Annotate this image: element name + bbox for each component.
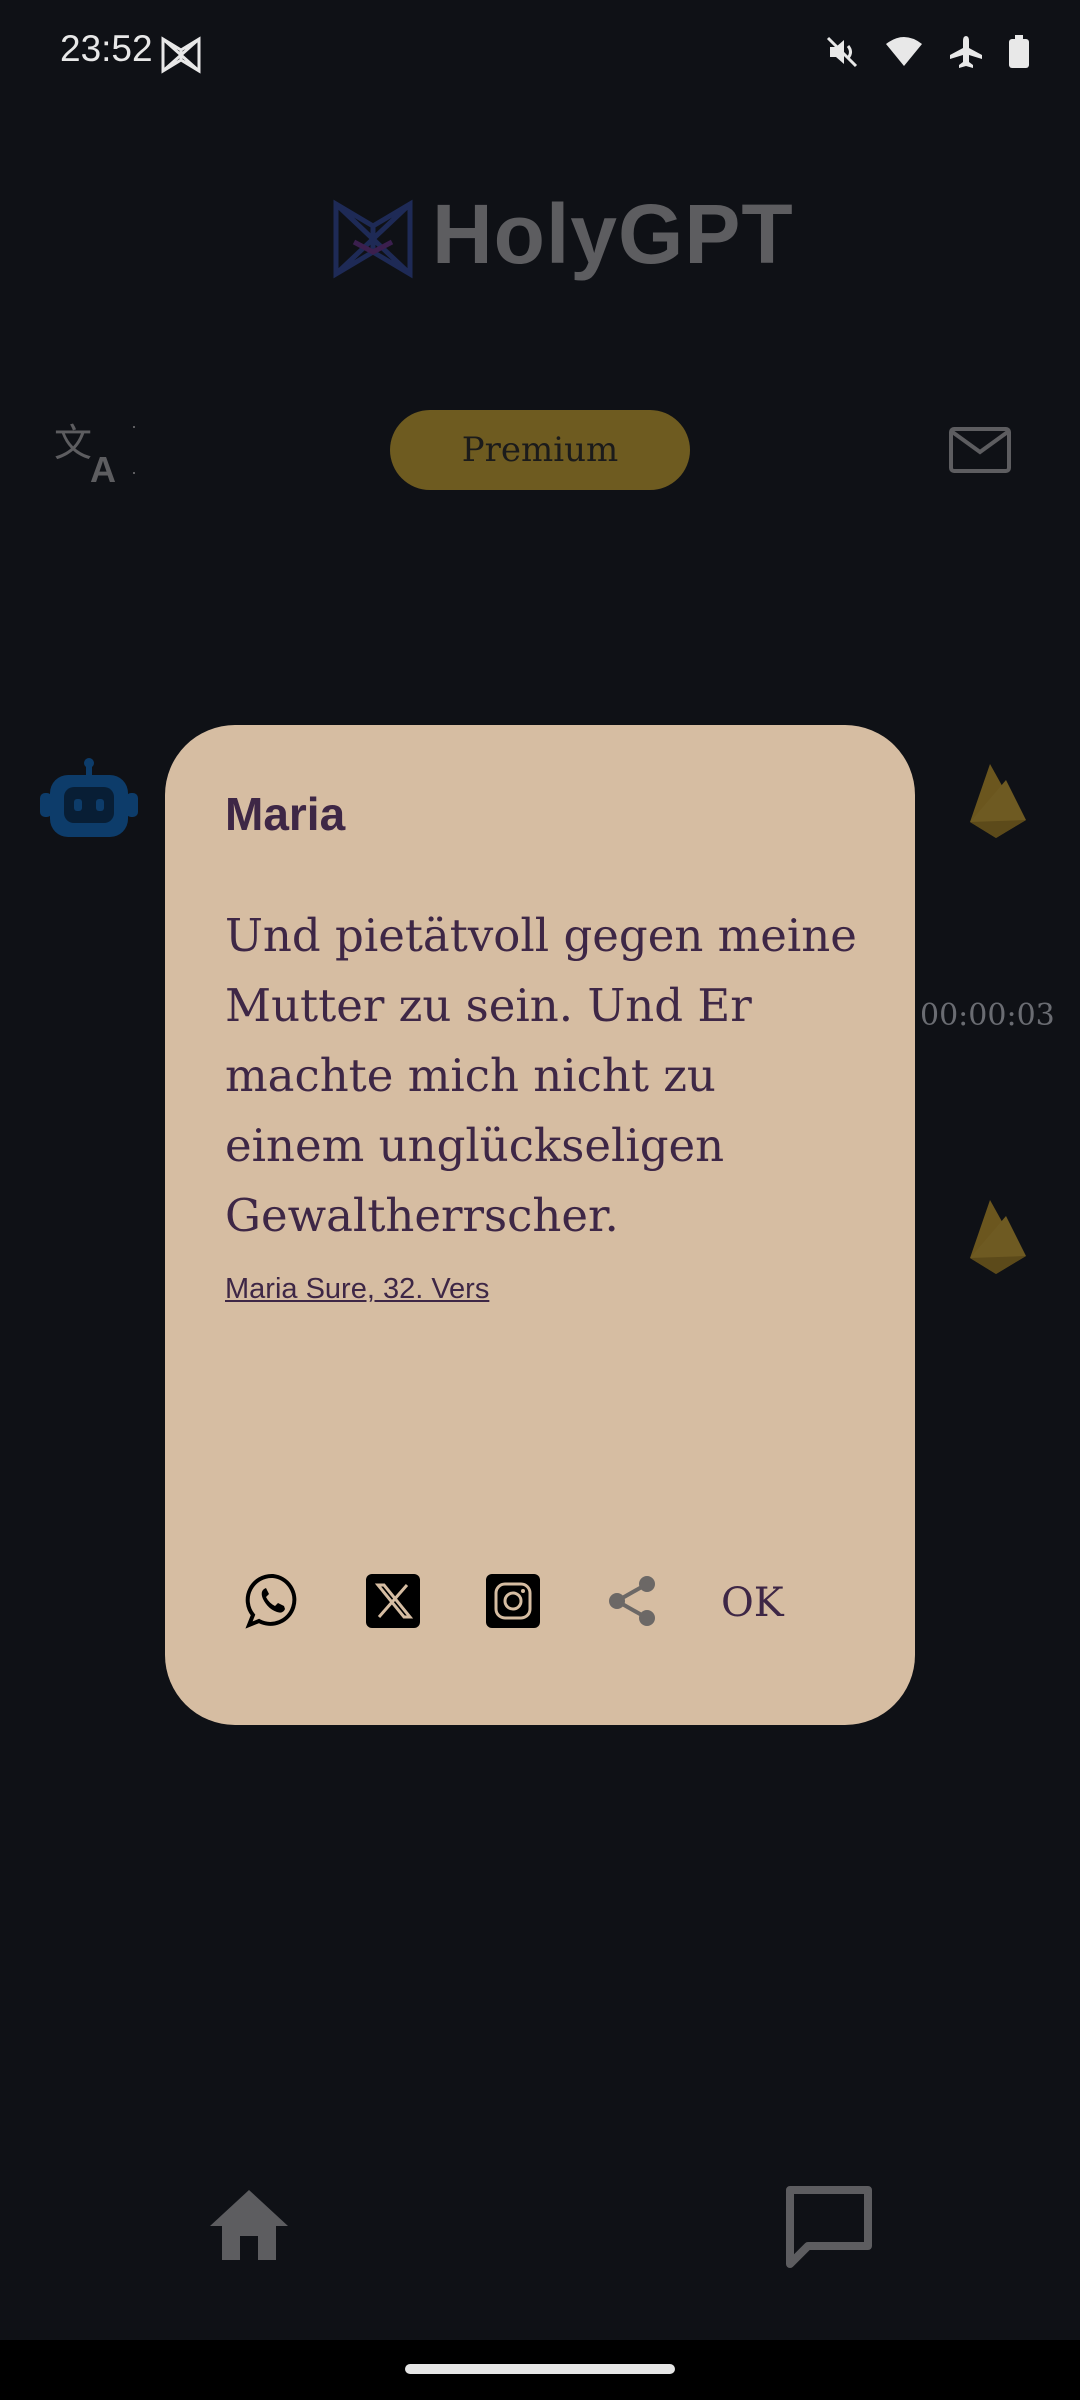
chat-nav-button[interactable] bbox=[784, 2184, 874, 2275]
instagram-share-button[interactable] bbox=[485, 1573, 541, 1633]
premium-button[interactable]: Premium bbox=[390, 410, 690, 490]
svg-text:A: A bbox=[90, 449, 116, 488]
airplane-icon bbox=[948, 34, 984, 75]
robot-icon bbox=[40, 757, 138, 846]
translate-icon[interactable]: 文A bbox=[52, 418, 142, 493]
share-button[interactable] bbox=[605, 1575, 661, 1631]
wifi-icon bbox=[884, 36, 924, 73]
instagram-icon bbox=[486, 1573, 540, 1633]
dialog-actions: OK bbox=[245, 1573, 784, 1634]
status-time: 23:52 bbox=[60, 28, 153, 69]
verse-reference-link[interactable]: Maria Sure, 32. Vers bbox=[225, 1273, 489, 1306]
whatsapp-share-button[interactable] bbox=[245, 1573, 301, 1634]
x-icon bbox=[366, 1573, 420, 1633]
ok-button[interactable]: OK bbox=[721, 1580, 784, 1626]
verse-text: Und pietätvoll gegen meine Mutter zu sei… bbox=[225, 909, 857, 1242]
flame-icon bbox=[966, 760, 1030, 845]
flame-icon bbox=[966, 1196, 1030, 1281]
home-nav-button[interactable] bbox=[208, 2188, 290, 2267]
chat-icon bbox=[784, 2186, 874, 2274]
book-icon bbox=[160, 36, 202, 79]
share-icon bbox=[607, 1575, 659, 1632]
verse-dialog: Maria Und pietätvoll gegen meine Mutter … bbox=[165, 725, 915, 1725]
timer-text: 00:00:03 bbox=[920, 998, 1055, 1033]
dialog-title: Maria bbox=[225, 788, 346, 840]
app-logo bbox=[332, 198, 414, 285]
mail-icon[interactable] bbox=[948, 426, 1012, 479]
svg-text:文: 文 bbox=[54, 421, 92, 465]
status-icons bbox=[824, 34, 1030, 75]
whatsapp-icon bbox=[245, 1573, 301, 1634]
x-share-button[interactable] bbox=[365, 1573, 421, 1633]
mute-icon bbox=[824, 34, 860, 75]
battery-icon bbox=[1008, 35, 1030, 74]
app-title: HolyGPT bbox=[432, 187, 794, 281]
home-icon bbox=[208, 2190, 290, 2266]
home-indicator[interactable] bbox=[405, 2364, 675, 2374]
